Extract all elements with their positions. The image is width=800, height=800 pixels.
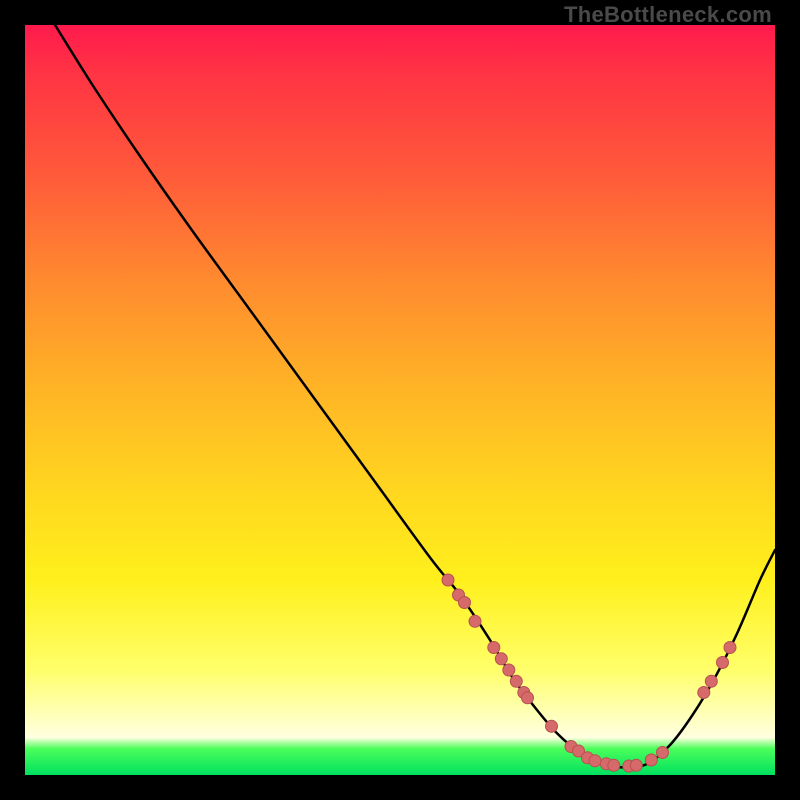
bottleneck-curve <box>55 25 775 768</box>
data-dot <box>705 675 717 687</box>
data-dot <box>630 759 642 771</box>
data-dot <box>495 653 507 665</box>
data-dot <box>510 675 522 687</box>
data-dot <box>469 615 481 627</box>
plot-area <box>25 25 775 775</box>
data-dot <box>724 642 736 654</box>
curve-svg <box>25 25 775 775</box>
data-dot <box>589 755 601 767</box>
data-dot <box>717 657 729 669</box>
data-dot <box>503 664 515 676</box>
data-dot <box>657 747 669 759</box>
data-dot <box>698 687 710 699</box>
data-dot <box>546 720 558 732</box>
data-dot <box>608 759 620 771</box>
watermark-text: TheBottleneck.com <box>564 2 772 28</box>
data-dot <box>459 597 471 609</box>
data-dot <box>442 574 454 586</box>
data-dot <box>488 642 500 654</box>
data-dot <box>522 692 534 704</box>
data-dot <box>645 754 657 766</box>
chart-frame: TheBottleneck.com <box>0 0 800 800</box>
data-dots <box>442 574 736 772</box>
